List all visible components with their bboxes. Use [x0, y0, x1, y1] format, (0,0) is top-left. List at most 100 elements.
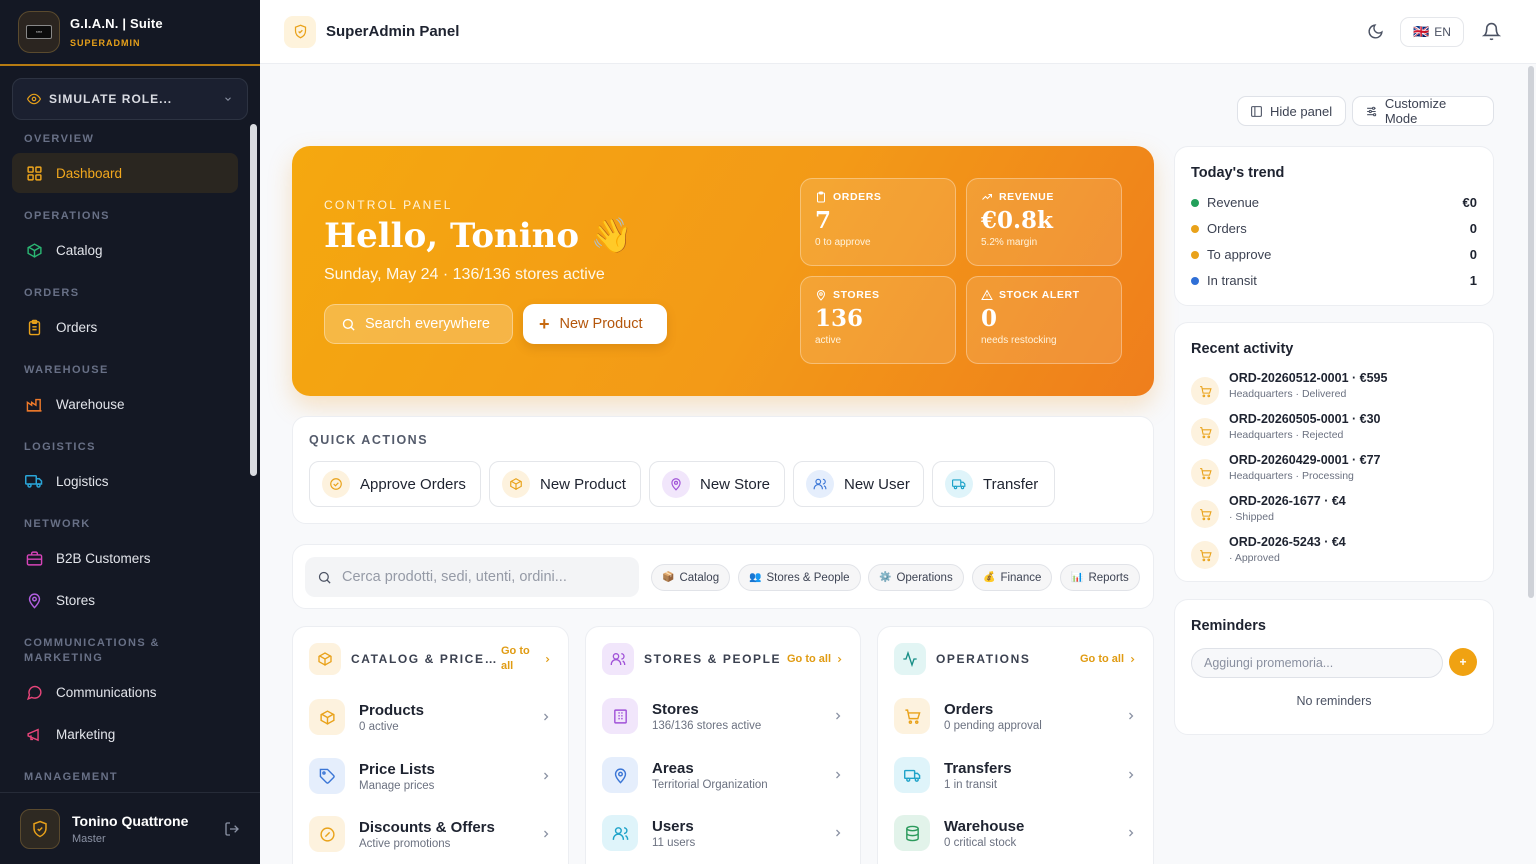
nav-section-warehouse: WAREHOUSE — [24, 364, 109, 376]
money-bag-icon: 💰 — [983, 572, 996, 583]
chip-stores-people[interactable]: 👥 Stores & People — [738, 564, 861, 591]
list-item-price-lists[interactable]: Price Lists Manage prices — [309, 752, 552, 800]
sidebar-item-label: Stores — [56, 592, 96, 608]
sidebar-item-label: Communications — [56, 684, 157, 700]
sidebar-item-stores[interactable]: Stores — [12, 580, 238, 620]
cart-icon — [894, 698, 930, 734]
section-title: OPERATIONS — [936, 652, 1031, 666]
approve-orders-button[interactable]: Approve Orders — [309, 461, 481, 507]
stat-value: €0.8k — [981, 207, 1053, 234]
row-subtitle: Active promotions — [359, 837, 451, 850]
user-profile[interactable]: Tonino Quattrone Master — [0, 792, 260, 864]
row-title: Orders — [944, 700, 994, 718]
logout-icon[interactable] — [224, 821, 240, 837]
chip-catalog[interactable]: 📦 Catalog — [651, 564, 731, 591]
activity-item[interactable]: ORD-20260512-0001 · €595 Headquarters · D… — [1191, 371, 1477, 405]
sidebar-item-label: Dashboard — [56, 165, 123, 181]
list-item-products[interactable]: Products 0 active — [309, 693, 552, 741]
nav-section-overview: OVERVIEW — [24, 133, 95, 145]
reminder-input[interactable]: Aggiungi promemoria... — [1191, 648, 1443, 678]
list-item-warehouse[interactable]: Warehouse 0 critical stock — [894, 809, 1137, 857]
row-title: Products — [359, 701, 425, 719]
new-user-label: New User — [844, 475, 910, 493]
truck-icon — [945, 470, 973, 498]
new-store-button[interactable]: New Store — [649, 461, 785, 507]
sidebar-item-orders[interactable]: Orders — [12, 307, 238, 347]
activity-item[interactable]: ORD-2026-5243 · €4 · Approved — [1191, 535, 1477, 569]
chevron-right-icon — [544, 830, 549, 838]
add-reminder-button[interactable]: + — [1449, 648, 1477, 676]
go-to-all-link[interactable]: Go to all — [787, 653, 844, 665]
panel-logo — [284, 15, 316, 48]
go-to-all-link[interactable]: Go to all — [1080, 653, 1137, 665]
sidebar-item-warehouse[interactable]: Warehouse — [12, 384, 238, 424]
list-item-areas[interactable]: Areas Territorial Organization — [602, 751, 844, 799]
sidebar-item-communications[interactable]: Communications — [12, 672, 238, 712]
list-item-stores[interactable]: Stores 136/136 stores active — [602, 692, 844, 740]
stat-sub: active — [815, 335, 842, 346]
trend-label: Revenue — [1207, 195, 1260, 210]
simulate-role-select[interactable]: SIMULATE ROLE... — [12, 78, 248, 120]
sidebar-item-dashboard[interactable]: Dashboard — [12, 153, 238, 193]
language-selector[interactable]: 🇬🇧 EN — [1400, 17, 1464, 47]
sidebar-item-b2b-customers[interactable]: B2B Customers — [12, 538, 238, 578]
stat-stock-alert[interactable]: STOCK ALERT 0 needs restocking — [966, 276, 1122, 364]
search-icon — [342, 318, 355, 331]
trend-label: Orders — [1207, 221, 1247, 236]
row-title: Stores — [652, 700, 699, 718]
sidebar-item-marketing[interactable]: Marketing — [12, 714, 238, 754]
activity-item[interactable]: ORD-20260505-0001 · €30 Headquarters · Re… — [1191, 412, 1477, 446]
box-icon — [309, 643, 341, 675]
chevron-down-icon — [223, 94, 233, 104]
list-item-users[interactable]: Users 11 users — [602, 809, 844, 857]
chevron-right-icon — [545, 656, 550, 662]
status-dot — [1191, 276, 1199, 285]
hide-panel-button[interactable]: Hide panel — [1237, 96, 1346, 126]
activity-item[interactable]: ORD-20260429-0001 · €77 Headquarters · Pr… — [1191, 453, 1477, 487]
user-name: Tonino Quattrone — [72, 812, 189, 829]
hero-eyebrow: CONTROL PANEL — [324, 198, 453, 212]
chip-operations[interactable]: ⚙️ Operations — [868, 564, 964, 591]
stat-sub: 0 to approve — [815, 237, 871, 248]
activity-sub: Headquarters · Rejected — [1229, 429, 1344, 441]
activity-title: ORD-2026-5243 · €4 — [1229, 535, 1346, 549]
eye-icon — [27, 92, 41, 106]
nav-section-network: NETWORK — [24, 518, 91, 530]
truck-icon — [894, 757, 930, 793]
activity-item[interactable]: ORD-2026-1677 · €4 · Shipped — [1191, 494, 1477, 528]
stat-orders[interactable]: ORDERS 7 0 to approve — [800, 178, 956, 266]
trend-value: 0 — [1469, 247, 1477, 262]
new-user-button[interactable]: New User — [793, 461, 924, 507]
stat-stores[interactable]: STORES 136 active — [800, 276, 956, 364]
list-item-transfers[interactable]: Transfers 1 in transit — [894, 751, 1137, 799]
bell-icon[interactable] — [1482, 22, 1501, 41]
trend-row: Revenue €0 — [1191, 195, 1477, 210]
percent-icon — [309, 816, 345, 852]
sidebar-item-logistics[interactable]: Logistics — [12, 461, 238, 501]
go-to-all-link[interactable]: Go to all — [501, 644, 552, 674]
new-product-quick-button[interactable]: New Product — [489, 461, 641, 507]
moon-icon[interactable] — [1367, 23, 1384, 40]
stat-label: REVENUE — [999, 191, 1054, 203]
stat-revenue[interactable]: REVENUE €0.8k 5.2% margin — [966, 178, 1122, 266]
brand-role: SUPERADMIN — [70, 38, 141, 48]
list-item-orders[interactable]: Orders 0 pending approval — [894, 692, 1137, 740]
stat-value: 7 — [815, 207, 832, 234]
transfer-button[interactable]: Transfer — [932, 461, 1055, 507]
page-scrollbar[interactable] — [1528, 66, 1534, 598]
list-item-discounts[interactable]: Discounts & Offers Active promotions — [309, 810, 552, 858]
search-everywhere-button[interactable]: Search everywhere — [324, 304, 513, 344]
map-pin-icon — [662, 470, 690, 498]
chip-finance[interactable]: 💰 Finance — [972, 564, 1053, 591]
truck-icon — [24, 471, 44, 491]
sidebar-scrollbar[interactable] — [250, 124, 257, 476]
hide-panel-label: Hide panel — [1270, 103, 1333, 119]
chip-reports[interactable]: 📊 Reports — [1060, 564, 1140, 591]
search-input[interactable]: Cerca prodotti, sedi, utenti, ordini... — [305, 557, 639, 597]
sidebar-item-catalog[interactable]: Catalog — [12, 230, 238, 270]
trend-label: In transit — [1207, 273, 1257, 288]
shield-icon — [294, 24, 306, 39]
new-product-button[interactable]: + New Product — [523, 304, 667, 344]
chip-label: Operations — [896, 571, 953, 584]
customize-mode-button[interactable]: Customize Mode — [1352, 96, 1494, 126]
